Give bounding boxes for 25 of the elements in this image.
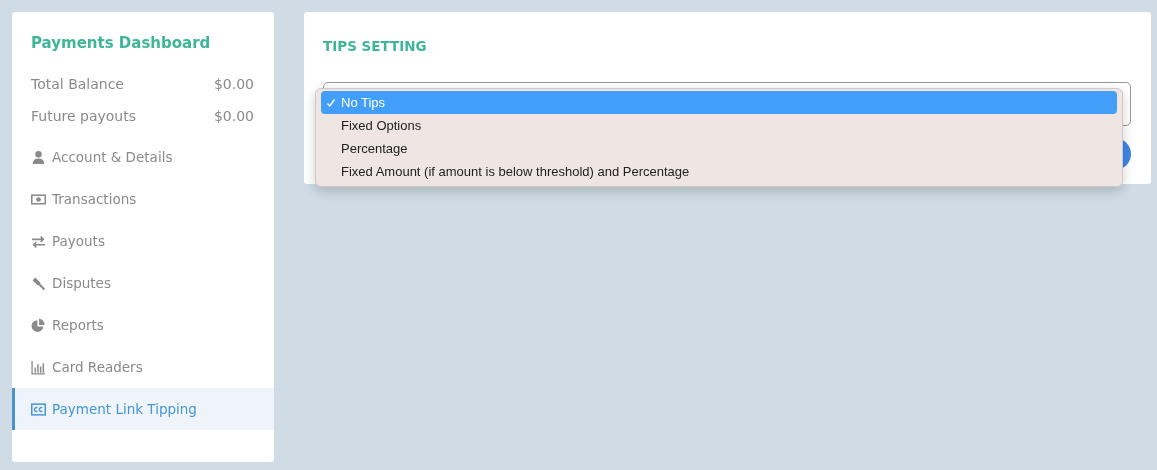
stat-value: $0.00 bbox=[213, 108, 254, 126]
arrows-icon bbox=[31, 233, 46, 249]
sidebar-item[interactable]: Payouts bbox=[9, 220, 274, 262]
section-title: TIPS SETTING bbox=[323, 38, 428, 54]
sidebar-item[interactable]: Reports bbox=[9, 304, 274, 346]
stat-label: Future payouts bbox=[31, 108, 136, 126]
checkmark-icon bbox=[326, 97, 336, 108]
sidebar-item[interactable]: Account & Details bbox=[9, 136, 274, 178]
dropdown-option[interactable]: Percentage bbox=[321, 137, 1117, 160]
bar-chart-icon bbox=[31, 359, 46, 375]
caption-icon bbox=[31, 401, 46, 417]
banknote-icon bbox=[31, 191, 46, 207]
pie-chart-icon bbox=[31, 317, 46, 333]
gavel-icon bbox=[31, 275, 46, 291]
stat-value: $0.00 bbox=[213, 76, 254, 94]
dropdown-option[interactable]: Fixed Options bbox=[321, 114, 1117, 137]
sidebar-title: Payments Dashboard bbox=[30, 34, 212, 52]
sidebar-item[interactable]: Disputes bbox=[9, 262, 274, 304]
dropdown-option[interactable]: Fixed Amount (if amount is below threshold) and Percentage bbox=[321, 160, 1117, 183]
user-icon bbox=[31, 149, 46, 165]
stat-label: Total Balance bbox=[31, 76, 124, 94]
sidebar-item[interactable]: Transactions bbox=[9, 178, 274, 220]
sidebar-item[interactable]: Card Readers bbox=[9, 346, 274, 388]
sidebar-item[interactable]: Payment Link Tipping bbox=[12, 388, 274, 430]
dropdown-option[interactable]: No Tips bbox=[321, 91, 1117, 114]
